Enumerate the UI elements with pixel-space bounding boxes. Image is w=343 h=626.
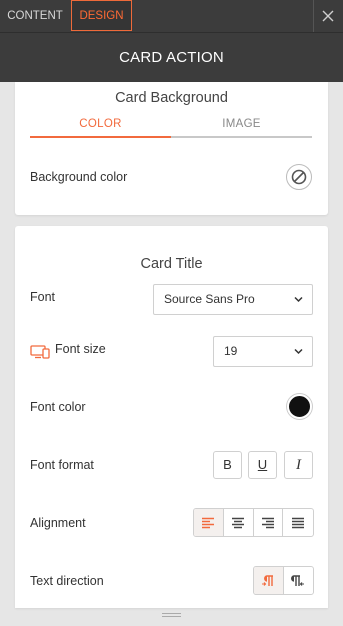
no-color-icon bbox=[291, 169, 307, 185]
resize-grip-icon[interactable] bbox=[162, 612, 181, 618]
align-left-icon bbox=[202, 517, 215, 528]
underline-button[interactable]: U bbox=[248, 451, 277, 479]
text-rtl-icon bbox=[291, 574, 305, 586]
chevron-down-icon bbox=[294, 296, 303, 303]
chevron-down-icon bbox=[294, 348, 303, 355]
font-label: Font bbox=[30, 290, 56, 304]
panel-header: CARD ACTION bbox=[0, 32, 343, 82]
bold-icon: B bbox=[223, 457, 232, 472]
ltr-button[interactable] bbox=[254, 567, 284, 594]
section-title: Card Background bbox=[115, 90, 228, 106]
close-icon bbox=[322, 10, 334, 22]
card-background-section: Card Background COLOR IMAGE Background c… bbox=[15, 82, 328, 215]
font-size-value: 19 bbox=[224, 344, 238, 358]
font-color-swatch[interactable] bbox=[287, 394, 312, 419]
align-justify-icon bbox=[292, 517, 305, 528]
italic-icon: I bbox=[296, 457, 301, 473]
underline-icon: U bbox=[257, 457, 268, 472]
top-tab-bar: CONTENT DESIGN bbox=[0, 0, 343, 32]
tab-design[interactable]: DESIGN bbox=[71, 0, 132, 31]
font-format-label: Font format bbox=[30, 458, 94, 472]
align-right-button[interactable] bbox=[254, 509, 284, 536]
align-justify-button[interactable] bbox=[283, 509, 313, 536]
page-title: CARD ACTION bbox=[119, 49, 224, 66]
alignment-group bbox=[193, 508, 314, 537]
background-color-picker[interactable] bbox=[286, 164, 312, 190]
alignment-label: Alignment bbox=[30, 516, 86, 530]
font-size-label: Font size bbox=[55, 342, 106, 356]
italic-button[interactable]: I bbox=[284, 451, 313, 479]
font-select[interactable]: Source Sans Pro bbox=[153, 284, 313, 315]
responsive-devices-icon[interactable] bbox=[30, 345, 50, 359]
align-center-button[interactable] bbox=[224, 509, 254, 536]
align-left-button[interactable] bbox=[194, 509, 224, 536]
tab-content[interactable]: CONTENT bbox=[0, 0, 70, 32]
subtab-image[interactable]: IMAGE bbox=[171, 116, 312, 138]
rtl-button[interactable] bbox=[284, 567, 313, 594]
subtab-color[interactable]: COLOR bbox=[30, 116, 171, 138]
text-ltr-icon bbox=[262, 574, 274, 586]
text-direction-label: Text direction bbox=[30, 574, 104, 588]
card-title-section: Card Title Font Source Sans Pro Font siz… bbox=[15, 226, 328, 608]
font-size-select[interactable]: 19 bbox=[213, 336, 313, 367]
font-color-label: Font color bbox=[30, 400, 86, 414]
close-button[interactable] bbox=[313, 0, 343, 32]
font-select-value: Source Sans Pro bbox=[164, 292, 255, 306]
align-right-icon bbox=[261, 517, 274, 528]
bold-button[interactable]: B bbox=[213, 451, 242, 479]
text-direction-group bbox=[253, 566, 314, 595]
section-title: Card Title bbox=[140, 256, 203, 272]
align-center-icon bbox=[232, 517, 245, 528]
background-color-label: Background color bbox=[30, 170, 128, 184]
